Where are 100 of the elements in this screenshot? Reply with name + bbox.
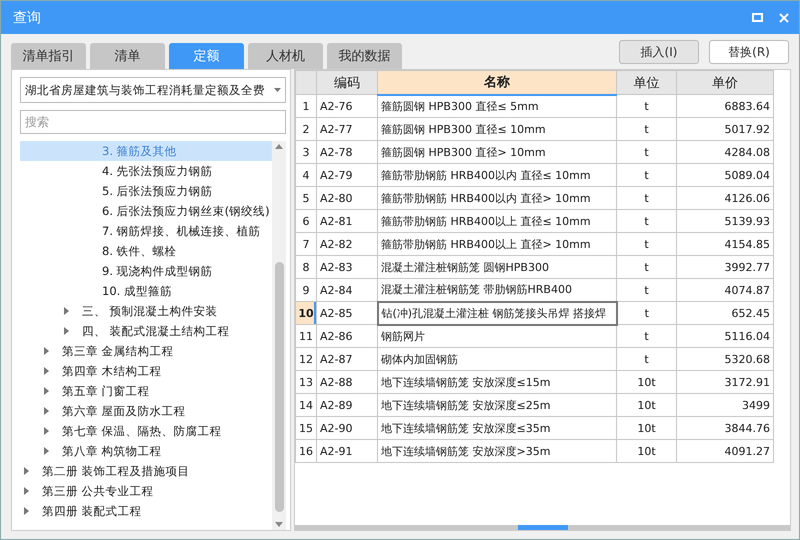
tree-item[interactable]: 4. 先张法预应力钢筋 [20,161,272,181]
caret-right-icon[interactable] [44,447,50,455]
scroll-down-icon[interactable] [275,522,283,527]
table-cell: 10t [616,370,676,394]
row-number: 11 [296,324,316,348]
table-cell: t [616,232,676,256]
table-cell: A2-88 [316,370,378,394]
tree-item[interactable]: 8. 铁件、螺栓 [20,241,272,261]
table-cell: 混凝土灌注桩钢筋笼 圆钢HPB300 [378,256,616,278]
row-number: 15 [296,416,316,440]
table-cell: A2-84 [316,278,378,302]
column-header[interactable]: 名称 [378,70,616,94]
scrollbar[interactable] [272,141,286,530]
library-dropdown[interactable]: 湖北省房屋建筑与装饰工程消耗量定额及全费 [20,77,286,103]
table-cell: 地下连续墙钢筋笼 安放深度>35m [378,440,616,462]
table-cell: 5116.04 [676,324,774,348]
caret-right-icon[interactable] [64,327,70,335]
caret-right-icon[interactable] [44,367,50,375]
tree-item[interactable]: 第八章 构筑物工程 [20,441,272,461]
caret-down-icon [274,88,281,92]
table-cell: 652.45 [676,302,774,324]
table-cell: 4126.06 [676,186,774,210]
table-cell: 6883.64 [676,94,774,118]
table-cell: 3844.76 [676,416,774,440]
tree-item[interactable]: 7. 钢筋焊接、机械连接、植筋 [20,221,272,241]
table-cell: A2-78 [316,140,378,164]
caret-right-icon[interactable] [44,347,50,355]
row-number: 16 [296,440,316,462]
table-cell: 箍筋带肋钢筋 HRB400以内 直径> 10mm [378,186,616,210]
table-cell: 3172.91 [676,370,774,394]
row-number: 2 [296,118,316,140]
table-cell: 10t [616,394,676,416]
tree-item[interactable]: 第四册 装配式工程 [20,501,272,521]
row-number: 3 [296,140,316,164]
caret-right-icon[interactable] [44,407,50,415]
tree-item[interactable]: 第七章 保温、隔热、防腐工程 [20,421,272,441]
scroll-handle[interactable] [518,525,568,530]
column-header[interactable]: 单位 [616,70,676,94]
table-cell: A2-83 [316,256,378,278]
table-cell: t [616,324,676,348]
tree-item[interactable]: 10. 成型箍筋 [20,281,272,301]
table-cell: t [616,118,676,140]
tree-item[interactable]: 第五章 门窗工程 [20,381,272,401]
table-cell: A2-90 [316,416,378,440]
table-cell: 5017.92 [676,118,774,140]
tree-item[interactable]: 三、 预制混凝土构件安装 [20,301,272,321]
table-cell: 4154.85 [676,232,774,256]
tree-item[interactable]: 9. 现浇构件成型钢筋 [20,261,272,281]
tab[interactable]: 我的数据 [327,43,402,69]
table-cell: A2-81 [316,210,378,232]
replace-button[interactable]: 替换(R) [709,40,789,64]
table-cell: 4284.08 [676,140,774,164]
table-cell: 5089.04 [676,164,774,186]
close-icon[interactable] [779,12,789,22]
table-cell: t [616,164,676,186]
table-cell: 5320.68 [676,348,774,370]
tab[interactable]: 清单指引 [11,43,86,69]
table-cell: 3992.77 [676,256,774,278]
search-field[interactable]: 搜索 [20,110,286,134]
caret-right-icon[interactable] [64,307,70,315]
caret-right-icon[interactable] [24,507,30,515]
table-cell: A2-87 [316,348,378,370]
tree-item[interactable]: 第六章 屋面及防水工程 [20,401,272,421]
maximize-icon[interactable] [752,13,763,22]
table-cell: t [616,186,676,210]
table-cell: 箍筋圆钢 HPB300 直径≤ 5mm [378,94,616,118]
table-cell: 箍筋带肋钢筋 HRB400以上 直径≤ 10mm [378,210,616,232]
row-number: 6 [296,210,316,232]
table-cell: 地下连续墙钢筋笼 安放深度≤35m [378,416,616,440]
table-cell: 4074.87 [676,278,774,302]
caret-right-icon[interactable] [24,467,30,475]
tree-item[interactable]: 第三章 金属结构工程 [20,341,272,361]
tree-item[interactable]: 四、 装配式混凝土结构工程 [20,321,272,341]
row-number: 7 [296,232,316,256]
table-cell: A2-77 [316,118,378,140]
table-cell: A2-89 [316,394,378,416]
tab[interactable]: 人材机 [248,43,323,69]
table-cell: t [616,94,676,118]
table-cell: 箍筋圆钢 HPB300 直径≤ 10mm [378,118,616,140]
tree-item[interactable]: 第四章 木结构工程 [20,361,272,381]
table-cell: 3499 [676,394,774,416]
table-cell: 地下连续墙钢筋笼 安放深度≤25m [378,394,616,416]
tree-item[interactable]: 第三册 公共专业工程 [20,481,272,501]
tab[interactable]: 清单 [90,43,165,69]
column-header[interactable]: 单价 [676,70,774,94]
table-cell: t [616,348,676,370]
row-number: 4 [296,164,316,186]
column-header[interactable]: 编码 [316,70,378,94]
table-cell: 4091.27 [676,440,774,462]
table-cell: 钻(冲)孔混凝土灌注桩 钢筋笼接头吊焊 搭接焊 [378,302,616,324]
tree-item[interactable]: 5. 后张法预应力钢筋 [20,181,272,201]
caret-right-icon[interactable] [24,487,30,495]
caret-right-icon[interactable] [44,387,50,395]
tree-item[interactable]: 6. 后张法预应力钢丝束(钢绞线) [20,201,272,221]
tree-item[interactable]: 第二册 装饰工程及措施项目 [20,461,272,481]
table-cell: 钢筋网片 [378,324,616,348]
table-cell: t [616,210,676,232]
caret-right-icon[interactable] [44,427,50,435]
scroll-up-icon[interactable] [275,144,283,149]
row-number: 5 [296,186,316,210]
